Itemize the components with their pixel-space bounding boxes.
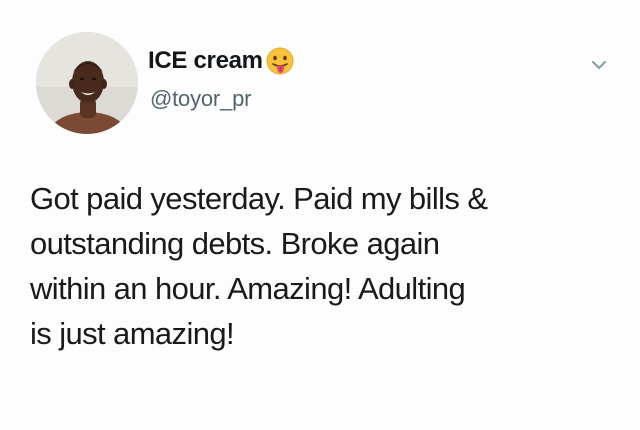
tweet-text-line: within an hour. Amazing! Adulting (30, 271, 466, 306)
avatar[interactable] (36, 32, 138, 134)
user-name-row[interactable]: ICE cream (148, 44, 295, 78)
face-with-tongue-emoji-icon (265, 46, 295, 76)
user-handle[interactable]: @toyor_pr (150, 86, 251, 112)
tweet-text-line: outstanding debts. Broke again (30, 226, 440, 261)
tweet-text: Got paid yesterday. Paid my bills & outs… (30, 176, 620, 356)
display-name[interactable]: ICE cream (148, 47, 263, 75)
tweet-text-line: is just amazing! (30, 316, 235, 351)
tweet-card: ICE cream @toyor_pr Got paid yesterday. … (0, 0, 640, 430)
avatar-photo (36, 32, 138, 134)
chevron-down-icon[interactable] (586, 52, 612, 78)
tweet-text-line: Got paid yesterday. Paid my bills & (30, 181, 488, 216)
